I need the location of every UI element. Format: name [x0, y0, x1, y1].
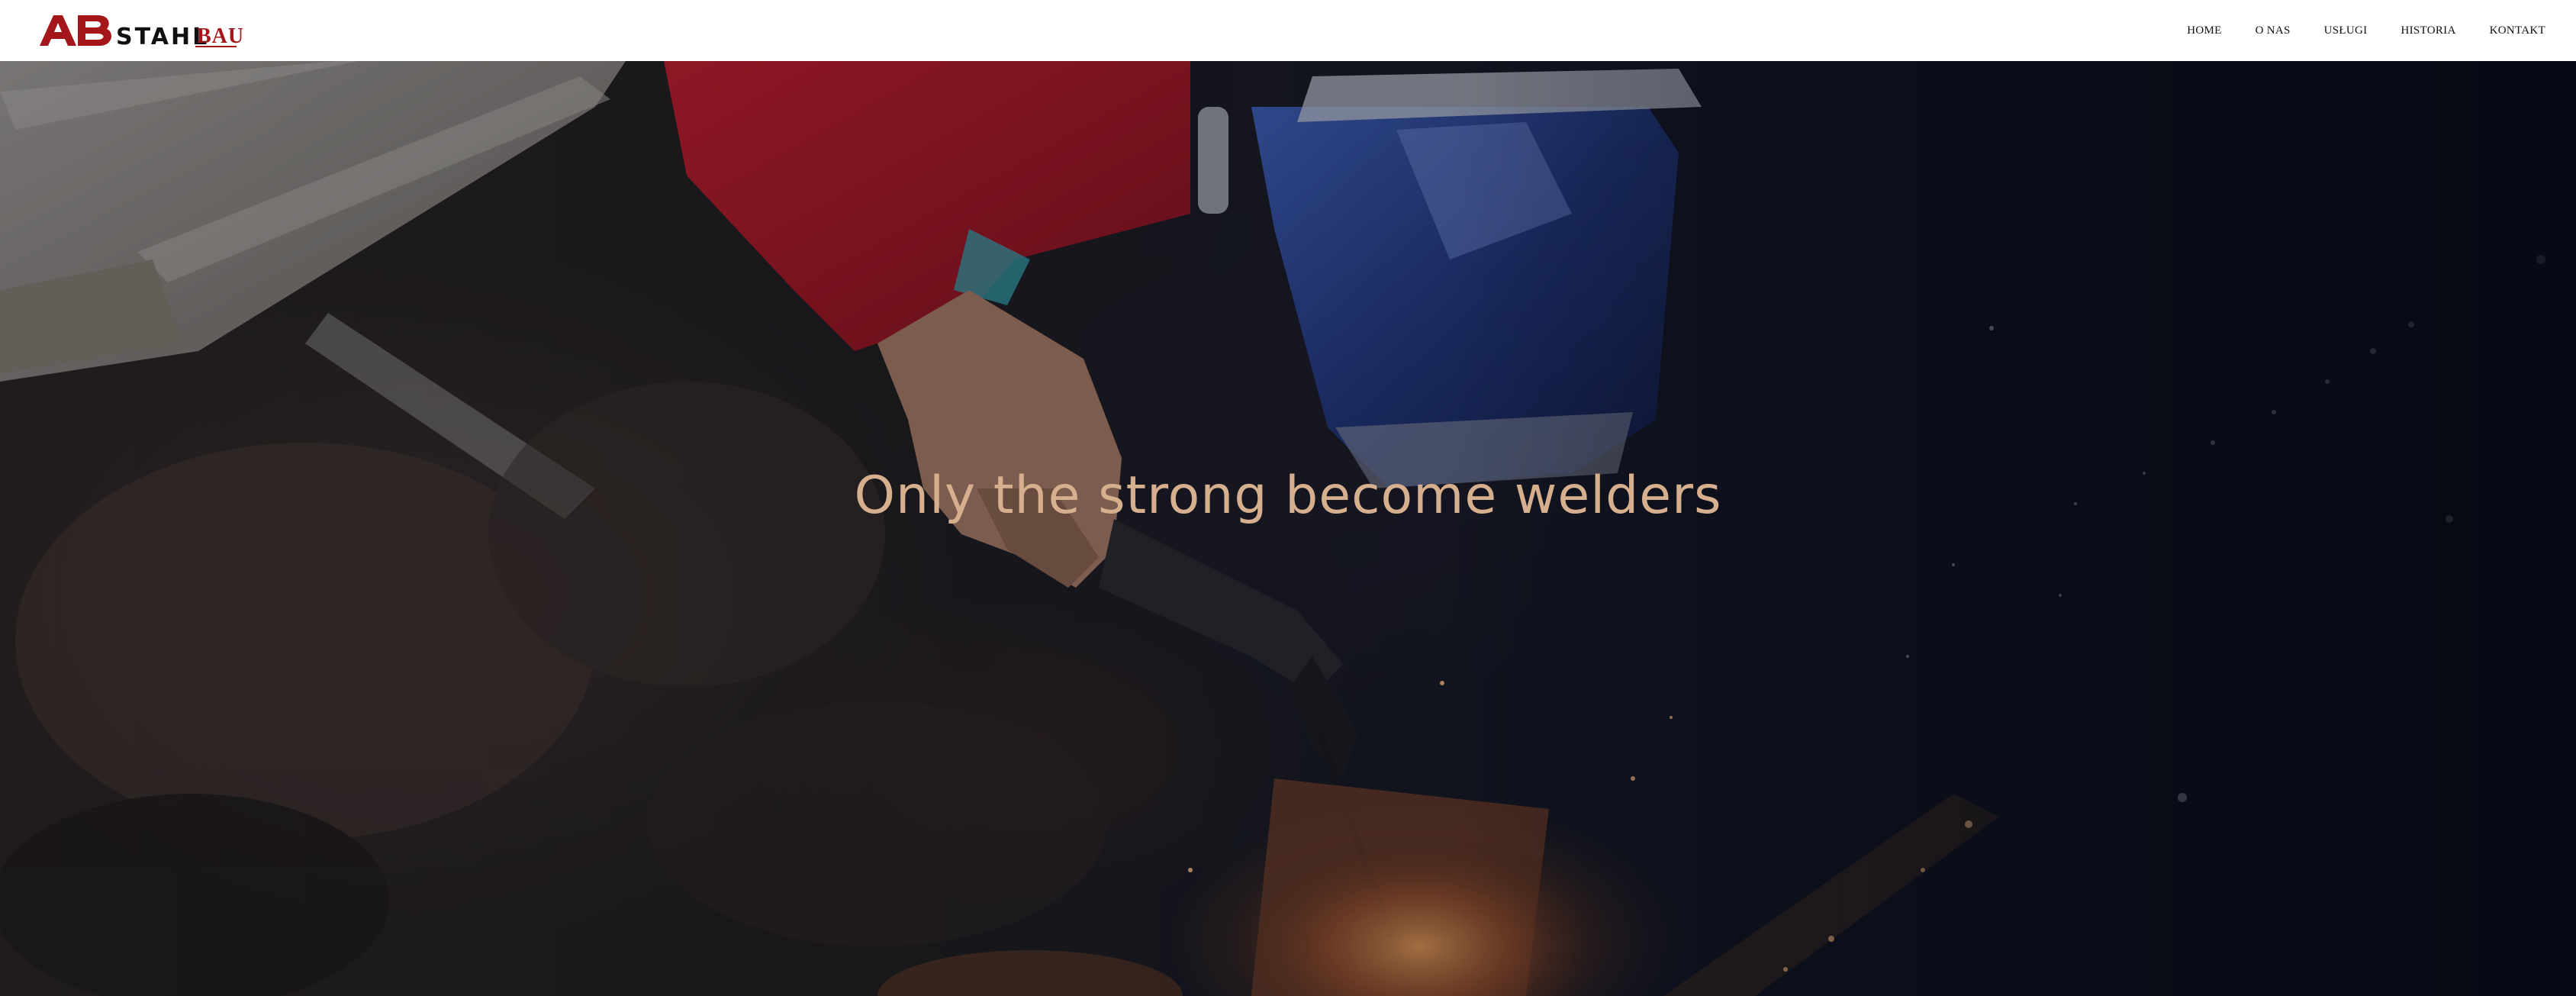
site-logo[interactable]: STAHL BAU	[37, 11, 243, 50]
nav-link-kontakt[interactable]: KONTAKT	[2490, 24, 2545, 37]
hero-section: Only the strong become welders	[0, 61, 2576, 996]
site-header: STAHL BAU HOME O NAS USŁUGI HISTORIA KON…	[0, 0, 2576, 61]
hero-title: Only the strong become welders	[854, 466, 1722, 526]
nav-link-o-nas[interactable]: O NAS	[2256, 24, 2291, 37]
main-nav: HOME O NAS USŁUGI HISTORIA KONTAKT	[2153, 0, 2545, 61]
nav-item-historia: HISTORIA	[2401, 24, 2455, 37]
logo-graphic: STAHL BAU	[40, 15, 243, 50]
logo-word-stahl: STAHL	[116, 24, 209, 50]
nav-link-historia[interactable]: HISTORIA	[2401, 24, 2455, 37]
nav-item-kontakt: KONTAKT	[2490, 24, 2545, 37]
nav-item-o-nas: O NAS	[2256, 24, 2291, 37]
nav-link-uslugi[interactable]: USŁUGI	[2324, 24, 2368, 37]
nav-link-home[interactable]: HOME	[2187, 24, 2221, 37]
nav-item-home: HOME	[2187, 24, 2221, 37]
nav-item-uslugi: USŁUGI	[2324, 24, 2368, 37]
logo-word-bau: BAU	[197, 24, 243, 48]
hero-overlay	[0, 61, 2576, 996]
